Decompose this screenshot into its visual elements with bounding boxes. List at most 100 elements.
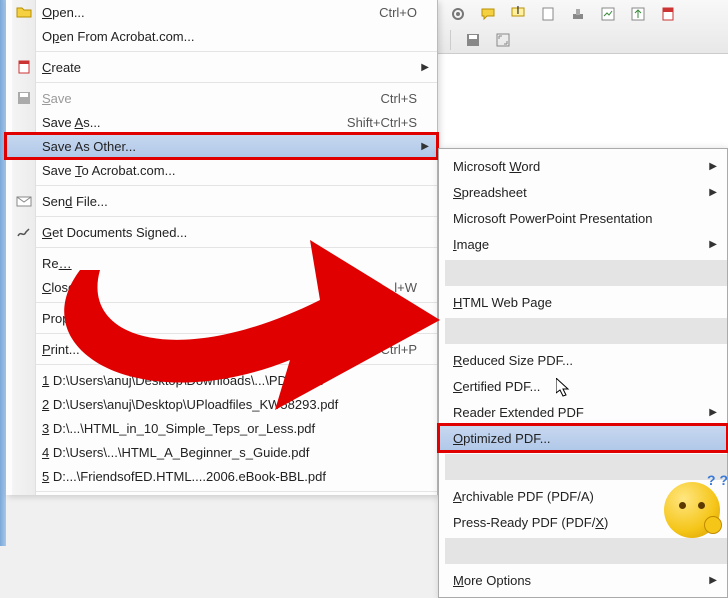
menu-item-label: 3 D:\...\HTML_in_10_Simple_Teps_or_Less.… [42, 421, 437, 436]
menu-item-print[interactable]: Print...Ctrl+P [6, 337, 437, 361]
mail-icon [16, 193, 32, 209]
menu-item-save: SaveCtrl+S [6, 86, 437, 110]
comment-icon[interactable] [478, 4, 498, 24]
menu-separator [445, 260, 727, 286]
menu-separator [36, 82, 437, 83]
stamp-icon[interactable] [568, 4, 588, 24]
thinking-emoji-icon: ? ? [664, 482, 720, 538]
submenu-arrow-icon: ▶ [421, 62, 429, 73]
menu-item-label: 2 D:\Users\anuj\Desktop\UPloadfiles_KW58… [42, 397, 437, 412]
menu-item-label: Save To Acrobat.com... [42, 163, 437, 178]
submenu-item-label: Certified PDF... [453, 379, 727, 394]
menu-shortcut: …l+W [381, 280, 437, 295]
menu-item-save-as-other[interactable]: Save As Other...▶ [6, 134, 437, 158]
submenu-item-spreadsheet[interactable]: Spreadsheet▶ [439, 179, 727, 205]
submenu-item-reduced[interactable]: Reduced Size PDF... [439, 347, 727, 373]
menu-shortcut: Ctrl+O [379, 5, 437, 20]
menu-item-save-acrobat[interactable]: Save To Acrobat.com... [6, 158, 437, 182]
sign-toolbar-icon[interactable] [598, 4, 618, 24]
menu-item-label: Save As Other... [42, 139, 437, 154]
menu-item-save-as[interactable]: Save As...Shift+Ctrl+S [6, 110, 437, 134]
highlight-icon[interactable]: T [508, 4, 528, 24]
submenu-item-word[interactable]: Microsoft Word▶ [439, 153, 727, 179]
menu-item-recent3[interactable]: 3 D:\...\HTML_in_10_Simple_Teps_or_Less.… [6, 416, 437, 440]
submenu-item-certified[interactable]: Certified PDF... [439, 373, 727, 399]
menu-shortcut: Ctrl+P [381, 342, 437, 357]
submenu-item-label: Microsoft PowerPoint Presentation [453, 211, 727, 226]
submenu-arrow-icon: ▶ [709, 239, 717, 250]
menu-item-label: 1 D:\Users\anuj\Desktop\Downloads\...\PD… [42, 373, 437, 388]
create-icon [16, 59, 32, 75]
menu-item-label: Open From Acrobat.com... [42, 29, 437, 44]
menu-separator [36, 216, 437, 217]
save-icon [16, 90, 32, 106]
toolbar-row-1: T [448, 4, 678, 24]
menu-item-open[interactable]: Open...Ctrl+O [6, 0, 437, 24]
sign-icon [16, 224, 32, 240]
menu-separator [36, 491, 437, 492]
menu-separator [36, 302, 437, 303]
attach-icon[interactable] [538, 4, 558, 24]
menu-item-label: Save [42, 91, 381, 106]
menu-item-label: Create [42, 60, 437, 75]
menu-separator [36, 185, 437, 186]
menu-separator [36, 247, 437, 248]
submenu-item-html[interactable]: HTML Web Page [439, 289, 727, 315]
menu-separator [445, 318, 727, 344]
fit-icon[interactable] [493, 30, 513, 50]
submenu-arrow-icon: ▶ [421, 141, 429, 152]
menu-item-recent1[interactable]: 1 D:\Users\anuj\Desktop\Downloads\...\PD… [6, 368, 437, 392]
menu-separator [445, 538, 727, 564]
submenu-item-label: More Options [453, 573, 727, 588]
submenu-item-label: Reader Extended PDF [453, 405, 727, 420]
save-toolbar-icon[interactable] [463, 30, 483, 50]
menu-item-properties[interactable]: Properties... [6, 306, 437, 330]
menu-item-label: Properties... [42, 311, 437, 326]
submenu-item-label: Optimized PDF... [453, 431, 727, 446]
open-icon [16, 4, 32, 20]
submenu-item-label: HTML Web Page [453, 295, 727, 310]
menu-item-label: Save As... [42, 115, 347, 130]
menu-item-get-signed[interactable]: Get Documents Signed... [6, 220, 437, 244]
menu-item-label: Get Documents Signed... [42, 225, 437, 240]
menu-item-close[interactable]: Close…l+W [6, 275, 437, 299]
menu-separator [36, 364, 437, 365]
submenu-item-label: Reduced Size PDF... [453, 353, 727, 368]
menu-shortcut: Shift+Ctrl+S [347, 115, 437, 130]
menu-item-label: Close [42, 280, 381, 295]
menu-item-label: Open... [42, 5, 379, 20]
toolbar-row-2 [448, 30, 513, 50]
menu-separator [445, 454, 727, 480]
menu-shortcut: Ctrl+S [381, 91, 437, 106]
menu-item-recent5[interactable]: 5 D:...\FriendsofED.HTML....2006.eBook-B… [6, 464, 437, 488]
menu-item-label: Re… [42, 256, 437, 271]
menu-item-label: Send File... [42, 194, 437, 209]
menu-separator [36, 51, 437, 52]
submenu-item-image[interactable]: Image▶ [439, 231, 727, 257]
menu-item-label: 4 D:\Users\...\HTML_A_Beginner_s_Guide.p… [42, 445, 437, 460]
submenu-arrow-icon: ▶ [709, 575, 717, 586]
submenu-item-reader-ext[interactable]: Reader Extended PDF▶ [439, 399, 727, 425]
menu-item-label: 5 D:...\FriendsofED.HTML....2006.eBook-B… [42, 469, 437, 484]
gear-icon[interactable] [448, 4, 468, 24]
submenu-arrow-icon: ▶ [709, 161, 717, 172]
menu-item-open-acrobat[interactable]: Open From Acrobat.com... [6, 24, 437, 48]
submenu-item-label: Microsoft Word [453, 159, 727, 174]
submenu-item-label: Spreadsheet [453, 185, 727, 200]
menu-item-recent4[interactable]: 4 D:\Users\...\HTML_A_Beginner_s_Guide.p… [6, 440, 437, 464]
send-toolbar-icon[interactable] [628, 4, 648, 24]
pdf-toolbar-icon[interactable] [658, 4, 678, 24]
submenu-item-label: Image [453, 237, 727, 252]
menu-item-create[interactable]: Create▶ [6, 55, 437, 79]
toolbar-separator [450, 30, 451, 50]
menu-separator [36, 333, 437, 334]
file-menu: Open...Ctrl+O Open From Acrobat.com... Cre… [6, 0, 438, 495]
svg-text:T: T [514, 6, 522, 17]
submenu-item-ppt[interactable]: Microsoft PowerPoint Presentation [439, 205, 727, 231]
submenu-arrow-icon: ▶ [709, 187, 717, 198]
menu-item-revert[interactable]: Re… [6, 251, 437, 275]
submenu-item-optimized[interactable]: Optimized PDF... [439, 425, 727, 451]
submenu-item-more[interactable]: More Options▶ [439, 567, 727, 593]
menu-item-recent2[interactable]: 2 D:\Users\anuj\Desktop\UPloadfiles_KW58… [6, 392, 437, 416]
menu-item-send-file[interactable]: Send File... [6, 189, 437, 213]
